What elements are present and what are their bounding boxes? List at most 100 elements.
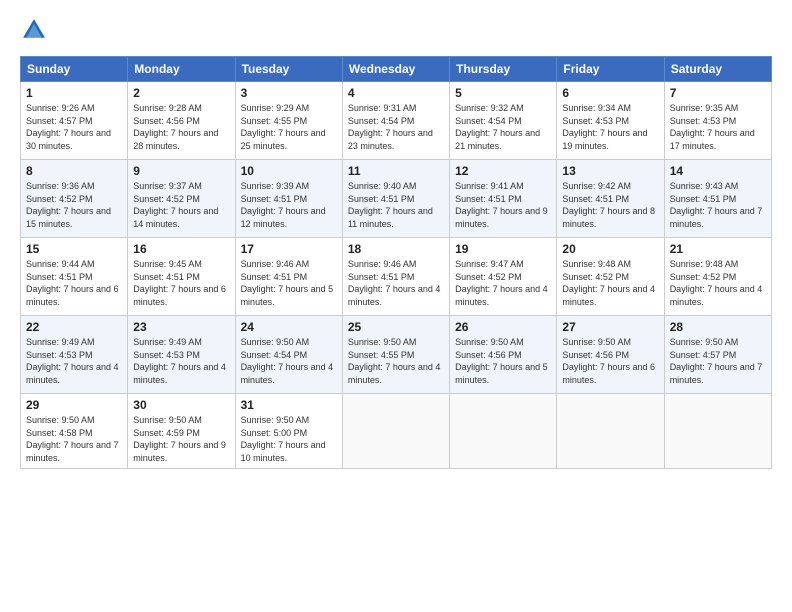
calendar-cell: 9Sunrise: 9:37 AMSunset: 4:52 PMDaylight…	[128, 160, 235, 238]
calendar-cell: 23Sunrise: 9:49 AMSunset: 4:53 PMDayligh…	[128, 316, 235, 394]
calendar-table: SundayMondayTuesdayWednesdayThursdayFrid…	[20, 56, 772, 469]
day-info: Sunrise: 9:39 AMSunset: 4:51 PMDaylight:…	[241, 181, 326, 229]
day-info: Sunrise: 9:50 AMSunset: 4:56 PMDaylight:…	[455, 337, 548, 385]
day-info: Sunrise: 9:37 AMSunset: 4:52 PMDaylight:…	[133, 181, 218, 229]
day-info: Sunrise: 9:29 AMSunset: 4:55 PMDaylight:…	[241, 103, 326, 151]
day-number: 20	[562, 242, 658, 256]
calendar-cell: 15Sunrise: 9:44 AMSunset: 4:51 PMDayligh…	[21, 238, 128, 316]
day-info: Sunrise: 9:50 AMSunset: 4:58 PMDaylight:…	[26, 415, 119, 463]
day-number: 16	[133, 242, 229, 256]
col-header-sunday: Sunday	[21, 57, 128, 82]
day-info: Sunrise: 9:35 AMSunset: 4:53 PMDaylight:…	[670, 103, 755, 151]
calendar-cell: 25 Sunrise: 9:50 AMSunset: 4:55 PMDayligh…	[342, 316, 449, 394]
week-row-2: 8 Sunrise: 9:36 AMSunset: 4:52 PMDaylight…	[21, 160, 772, 238]
col-header-saturday: Saturday	[664, 57, 771, 82]
calendar-cell: 22 Sunrise: 9:49 AMSunset: 4:53 PMDayligh…	[21, 316, 128, 394]
calendar-cell: 13Sunrise: 9:42 AMSunset: 4:51 PMDayligh…	[557, 160, 664, 238]
day-number: 12	[455, 164, 551, 178]
calendar-cell: 26 Sunrise: 9:50 AMSunset: 4:56 PMDayligh…	[450, 316, 557, 394]
day-number: 3	[241, 86, 337, 100]
calendar-cell: 30 Sunrise: 9:50 AMSunset: 4:59 PMDayligh…	[128, 394, 235, 469]
day-info: Sunrise: 9:40 AMSunset: 4:51 PMDaylight:…	[348, 181, 433, 229]
day-info: Sunrise: 9:34 AMSunset: 4:53 PMDaylight:…	[562, 103, 647, 151]
col-header-thursday: Thursday	[450, 57, 557, 82]
col-header-wednesday: Wednesday	[342, 57, 449, 82]
day-info: Sunrise: 9:36 AMSunset: 4:52 PMDaylight:…	[26, 181, 111, 229]
calendar-header-row: SundayMondayTuesdayWednesdayThursdayFrid…	[21, 57, 772, 82]
col-header-tuesday: Tuesday	[235, 57, 342, 82]
day-number: 11	[348, 164, 444, 178]
week-row-3: 15Sunrise: 9:44 AMSunset: 4:51 PMDayligh…	[21, 238, 772, 316]
day-number: 17	[241, 242, 337, 256]
day-info: Sunrise: 9:26 AMSunset: 4:57 PMDaylight:…	[26, 103, 111, 151]
day-number: 24	[241, 320, 337, 334]
day-number: 30	[133, 398, 229, 412]
calendar-cell: 16 Sunrise: 9:45 AMSunset: 4:51 PMDayligh…	[128, 238, 235, 316]
calendar-cell: 6 Sunrise: 9:34 AMSunset: 4:53 PMDaylight…	[557, 82, 664, 160]
day-info: Sunrise: 9:50 AMSunset: 4:57 PMDaylight:…	[670, 337, 763, 385]
col-header-monday: Monday	[128, 57, 235, 82]
day-info: Sunrise: 9:50 AMSunset: 4:55 PMDaylight:…	[348, 337, 441, 385]
day-number: 2	[133, 86, 229, 100]
day-info: Sunrise: 9:41 AMSunset: 4:51 PMDaylight:…	[455, 181, 548, 229]
calendar-cell: 12 Sunrise: 9:41 AMSunset: 4:51 PMDayligh…	[450, 160, 557, 238]
calendar-cell: 18Sunrise: 9:46 AMSunset: 4:51 PMDayligh…	[342, 238, 449, 316]
day-info: Sunrise: 9:32 AMSunset: 4:54 PMDaylight:…	[455, 103, 540, 151]
day-number: 5	[455, 86, 551, 100]
page: SundayMondayTuesdayWednesdayThursdayFrid…	[0, 0, 792, 612]
day-number: 21	[670, 242, 766, 256]
calendar-cell: 21 Sunrise: 9:48 AMSunset: 4:52 PMDayligh…	[664, 238, 771, 316]
calendar-cell: 24 Sunrise: 9:50 AMSunset: 4:54 PMDayligh…	[235, 316, 342, 394]
day-number: 25	[348, 320, 444, 334]
day-info: Sunrise: 9:49 AMSunset: 4:53 PMDaylight:…	[133, 337, 226, 385]
week-row-1: 1 Sunrise: 9:26 AMSunset: 4:57 PMDaylight…	[21, 82, 772, 160]
calendar-cell: 2 Sunrise: 9:28 AMSunset: 4:56 PMDaylight…	[128, 82, 235, 160]
calendar-cell: 5 Sunrise: 9:32 AMSunset: 4:54 PMDaylight…	[450, 82, 557, 160]
day-info: Sunrise: 9:50 AMSunset: 4:56 PMDaylight:…	[562, 337, 655, 385]
logo-icon	[20, 16, 48, 44]
calendar-cell	[664, 394, 771, 469]
calendar-cell	[342, 394, 449, 469]
day-number: 26	[455, 320, 551, 334]
day-info: Sunrise: 9:45 AMSunset: 4:51 PMDaylight:…	[133, 259, 226, 307]
header	[20, 16, 772, 44]
day-info: Sunrise: 9:50 AMSunset: 4:54 PMDaylight:…	[241, 337, 334, 385]
day-info: Sunrise: 9:48 AMSunset: 4:52 PMDaylight:…	[562, 259, 655, 307]
day-number: 4	[348, 86, 444, 100]
day-info: Sunrise: 9:31 AMSunset: 4:54 PMDaylight:…	[348, 103, 433, 151]
day-info: Sunrise: 9:28 AMSunset: 4:56 PMDaylight:…	[133, 103, 218, 151]
calendar-cell: 7Sunrise: 9:35 AMSunset: 4:53 PMDaylight…	[664, 82, 771, 160]
day-info: Sunrise: 9:49 AMSunset: 4:53 PMDaylight:…	[26, 337, 119, 385]
day-number: 28	[670, 320, 766, 334]
calendar-cell	[450, 394, 557, 469]
week-row-4: 22 Sunrise: 9:49 AMSunset: 4:53 PMDayligh…	[21, 316, 772, 394]
day-info: Sunrise: 9:46 AMSunset: 4:51 PMDaylight:…	[241, 259, 334, 307]
calendar-cell: 11 Sunrise: 9:40 AMSunset: 4:51 PMDayligh…	[342, 160, 449, 238]
day-info: Sunrise: 9:46 AMSunset: 4:51 PMDaylight:…	[348, 259, 441, 307]
calendar-cell: 17 Sunrise: 9:46 AMSunset: 4:51 PMDayligh…	[235, 238, 342, 316]
calendar-cell: 4 Sunrise: 9:31 AMSunset: 4:54 PMDaylight…	[342, 82, 449, 160]
calendar-cell: 8 Sunrise: 9:36 AMSunset: 4:52 PMDaylight…	[21, 160, 128, 238]
day-number: 22	[26, 320, 122, 334]
calendar-cell: 14Sunrise: 9:43 AMSunset: 4:51 PMDayligh…	[664, 160, 771, 238]
day-info: Sunrise: 9:42 AMSunset: 4:51 PMDaylight:…	[562, 181, 655, 229]
calendar-cell: 20 Sunrise: 9:48 AMSunset: 4:52 PMDayligh…	[557, 238, 664, 316]
week-row-5: 29Sunrise: 9:50 AMSunset: 4:58 PMDayligh…	[21, 394, 772, 469]
day-info: Sunrise: 9:43 AMSunset: 4:51 PMDaylight:…	[670, 181, 763, 229]
calendar-cell: 27 Sunrise: 9:50 AMSunset: 4:56 PMDayligh…	[557, 316, 664, 394]
day-number: 27	[562, 320, 658, 334]
day-number: 8	[26, 164, 122, 178]
day-number: 10	[241, 164, 337, 178]
day-number: 15	[26, 242, 122, 256]
day-info: Sunrise: 9:48 AMSunset: 4:52 PMDaylight:…	[670, 259, 763, 307]
logo	[20, 16, 52, 44]
calendar-cell: 3 Sunrise: 9:29 AMSunset: 4:55 PMDaylight…	[235, 82, 342, 160]
calendar-cell	[557, 394, 664, 469]
day-number: 6	[562, 86, 658, 100]
day-info: Sunrise: 9:47 AMSunset: 4:52 PMDaylight:…	[455, 259, 548, 307]
day-number: 31	[241, 398, 337, 412]
day-number: 19	[455, 242, 551, 256]
day-info: Sunrise: 9:50 AMSunset: 4:59 PMDaylight:…	[133, 415, 226, 463]
calendar-cell: 10 Sunrise: 9:39 AMSunset: 4:51 PMDayligh…	[235, 160, 342, 238]
day-number: 1	[26, 86, 122, 100]
